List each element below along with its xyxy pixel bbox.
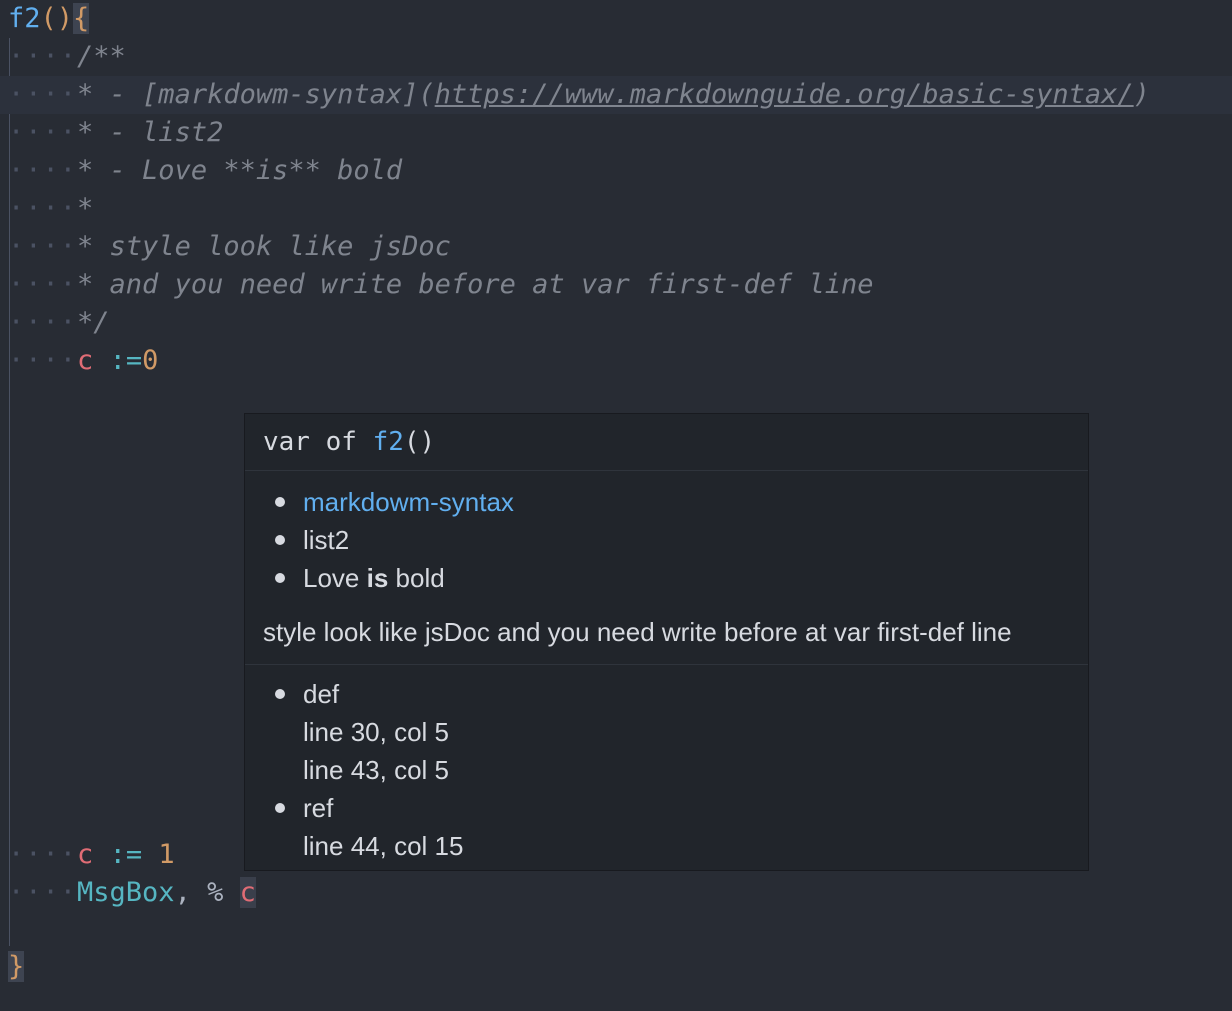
refs-label: def [303, 679, 340, 709]
variable-c-hovered[interactable]: c [239, 877, 256, 908]
percent-sign: % [207, 877, 224, 908]
def-location[interactable]: line 30, col 5 [303, 713, 1070, 751]
code-line-msgbox[interactable]: ····MsgBox, % c [8, 874, 256, 912]
indent-whitespace: ···· [8, 41, 78, 72]
doc-list-item: list2 [263, 521, 1070, 559]
signature-prefix: var of [263, 427, 357, 457]
code-line-close[interactable]: } [8, 948, 25, 986]
assign-operator: := [109, 839, 143, 870]
comment-text: * - Love **is** bold [77, 155, 403, 186]
comment-text: * [77, 193, 94, 224]
indent-whitespace: ···· [8, 877, 78, 908]
msgbox-command[interactable]: MsgBox [77, 877, 175, 908]
comment-url-link[interactable]: https://www.markdownguide.org/basic-synt… [435, 79, 1134, 110]
comma: , [174, 877, 191, 908]
code-line-comment-end[interactable]: ····*/ [8, 304, 110, 342]
code-line-comment-start[interactable]: ····/** [8, 38, 126, 76]
assign-operator: := [109, 345, 143, 376]
number-literal: 0 [142, 345, 159, 376]
code-line-comment[interactable]: ····* - Love **is** bold [8, 152, 402, 190]
hover-references: def line 30, col 5 line 43, col 5 ref li… [245, 665, 1088, 865]
indent-whitespace: ···· [8, 345, 78, 376]
comment-text: */ [77, 307, 110, 338]
hover-signature: var of f2() [245, 414, 1088, 471]
indent-whitespace: ···· [8, 193, 78, 224]
indent-whitespace: ···· [8, 117, 78, 148]
function-parens: () [40, 3, 74, 34]
comment-text: * - [markdowm-syntax]( [77, 79, 435, 110]
refs-list: def line 30, col 5 line 43, col 5 ref li… [263, 675, 1070, 865]
doc-list: markdowm-syntax list2 Love is bold [263, 483, 1070, 597]
code-line-comment[interactable]: ····* - list2 [8, 114, 223, 152]
code-editor[interactable]: f2(){ ····/** ····* - [markdowm-syntax](… [0, 0, 1232, 1011]
comment-text: * - list2 [77, 117, 224, 148]
variable-c[interactable]: c [77, 839, 93, 870]
markdown-syntax-link[interactable]: markdowm-syntax [303, 487, 514, 517]
number-literal: 1 [158, 839, 175, 870]
indent-whitespace: ···· [8, 307, 78, 338]
code-line-assign-c0[interactable]: ····c :=0 [8, 342, 158, 380]
doc-text: Love [303, 563, 360, 593]
indent-whitespace: ···· [8, 839, 78, 870]
function-name[interactable]: f2 [8, 3, 41, 34]
comment-text: * and you need write before at var first… [77, 269, 874, 300]
comment-text: /** [77, 41, 126, 72]
close-brace: } [8, 951, 25, 982]
code-line-comment[interactable]: ····* [8, 190, 93, 228]
ref-location[interactable]: line 44, col 15 [303, 827, 1070, 865]
indent-whitespace: ···· [8, 269, 78, 300]
code-line-comment[interactable]: ····* style look like jsDoc [8, 228, 451, 266]
signature-function: f2 [372, 427, 404, 457]
refs-label: ref [303, 793, 334, 823]
def-location[interactable]: line 43, col 5 [303, 751, 1070, 789]
variable-c[interactable]: c [77, 345, 93, 376]
refs-item-ref: ref line 44, col 15 [263, 789, 1070, 865]
indent-whitespace: ···· [8, 231, 78, 262]
doc-list-item: Love is bold [263, 559, 1070, 597]
doc-text: bold [395, 563, 445, 593]
code-line-comment[interactable]: ····* and you need write before at var f… [8, 266, 874, 304]
doc-list-item: markdowm-syntax [263, 483, 1070, 521]
indent-whitespace: ···· [8, 155, 78, 186]
indent-whitespace: ···· [8, 79, 78, 110]
comment-text: ) [1133, 79, 1150, 110]
doc-paragraph: style look like jsDoc and you need write… [263, 617, 1012, 647]
comment-text: * style look like jsDoc [77, 231, 451, 262]
open-brace: { [73, 3, 90, 34]
code-line-function-header[interactable]: f2(){ [8, 0, 90, 38]
code-line-assign-c1[interactable]: ····c := 1 [8, 836, 175, 874]
code-line-comment-link[interactable]: ····* - [markdowm-syntax](https://www.ma… [0, 76, 1232, 114]
hover-tooltip: var of f2() markdowm-syntax list2 Love i… [244, 413, 1089, 871]
hover-documentation: markdowm-syntax list2 Love is bold style… [245, 471, 1088, 665]
doc-bold-text: is [366, 563, 389, 593]
signature-parens: () [403, 427, 436, 457]
refs-item-def: def line 30, col 5 line 43, col 5 [263, 675, 1070, 789]
